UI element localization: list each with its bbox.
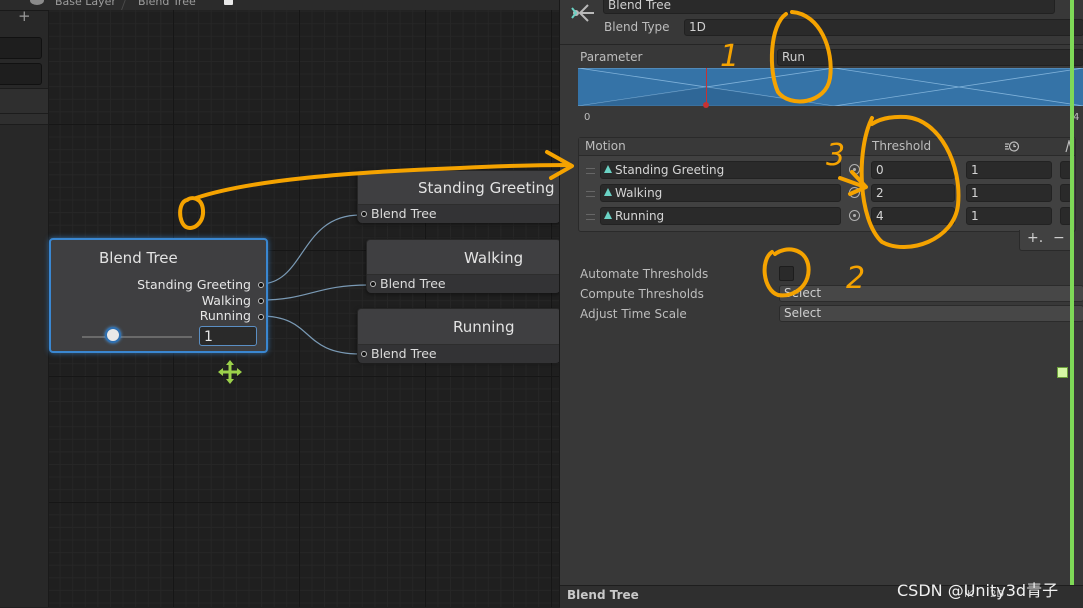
child-node-input-row: Blend Tree — [358, 204, 560, 223]
blend-tree-root-node[interactable]: Blend Tree Standing Greeting Walking Run… — [49, 238, 268, 353]
animation-clip-icon — [604, 165, 612, 173]
output-port-standing-greeting[interactable] — [258, 282, 264, 288]
speed-field[interactable]: 1 — [966, 184, 1052, 202]
wire-walking — [259, 284, 370, 301]
timeline-marker-dot[interactable] — [703, 102, 709, 108]
threshold-field[interactable]: 4 — [871, 207, 955, 225]
side-accent-bar — [1070, 0, 1074, 607]
motion-table: Motion Threshold Standing Greeting 0 1 W… — [578, 137, 1076, 232]
blend-type-dropdown[interactable]: 1D — [684, 19, 1083, 36]
child-node-running[interactable]: Running Blend Tree — [357, 308, 561, 363]
speed-field[interactable]: 1 — [966, 207, 1052, 225]
motion-clip-field[interactable]: Walking — [600, 184, 841, 202]
root-node-title: Blend Tree — [99, 249, 178, 267]
header-threshold: Threshold — [872, 139, 932, 153]
motion-clip-label: Standing Greeting — [615, 163, 725, 177]
child-node-input-label: Blend Tree — [380, 276, 446, 291]
timeline-current-marker[interactable] — [706, 68, 707, 106]
parameter-value-field[interactable]: 1 — [199, 326, 257, 346]
parameter-slider-track[interactable] — [82, 336, 192, 338]
child-node-input-label: Blend Tree — [371, 346, 437, 361]
child-node-standing-greeting[interactable]: Standing Greeting Blend Tree — [357, 170, 561, 223]
animation-clip-icon — [604, 211, 612, 219]
motion-clip-field[interactable]: Standing Greeting — [600, 161, 841, 179]
timeline-curves — [578, 68, 1083, 106]
divider — [560, 44, 1083, 45]
move-icon — [218, 360, 242, 384]
threshold-field[interactable]: 2 — [871, 184, 955, 202]
child-node-title-running: Running — [453, 318, 515, 336]
animation-clip-icon — [604, 188, 612, 196]
output-label-running: Running — [199, 308, 251, 323]
input-port[interactable] — [361, 351, 367, 357]
row-drag-handle[interactable] — [586, 214, 595, 220]
add-motion-button[interactable]: +. — [1027, 230, 1043, 246]
input-port[interactable] — [370, 281, 376, 287]
compute-thresholds-label: Compute Thresholds — [580, 287, 704, 301]
parameter-label: Parameter — [580, 50, 643, 64]
object-picker-icon[interactable] — [849, 210, 860, 221]
speed-clock-icon — [1005, 141, 1020, 152]
motion-clip-label: Walking — [615, 186, 663, 200]
output-port-running[interactable] — [258, 314, 264, 320]
blend-tree-name-field[interactable]: Blend Tree — [603, 0, 1055, 14]
object-picker-icon[interactable] — [849, 187, 860, 198]
blend-tree-icon — [571, 4, 594, 22]
output-label-walking: Walking — [201, 293, 251, 308]
resize-handle[interactable] — [1057, 367, 1068, 378]
child-node-input-row: Blend Tree — [367, 274, 560, 293]
watermark: CSDN @Unity3d青子 — [897, 581, 1059, 600]
row-drag-handle[interactable] — [586, 168, 595, 174]
child-node-input-row: Blend Tree — [358, 344, 560, 363]
child-node-input-label: Blend Tree — [371, 206, 437, 221]
inspector-panel: Blend Tree Blend Type 1D Parameter Run 0… — [559, 0, 1083, 607]
child-node-walking[interactable]: Walking Blend Tree — [366, 239, 561, 293]
automate-thresholds-checkbox[interactable] — [779, 266, 794, 281]
footer-title: Blend Tree — [567, 588, 639, 602]
adjust-time-scale-dropdown[interactable]: Select — [779, 305, 1083, 322]
automate-thresholds-label: Automate Thresholds — [580, 267, 709, 281]
child-node-title-walking: Walking — [464, 249, 524, 267]
remove-motion-button[interactable]: − — [1053, 230, 1065, 246]
threshold-field[interactable]: 0 — [871, 161, 955, 179]
blend-type-label: Blend Type — [604, 20, 670, 34]
object-picker-icon[interactable] — [849, 164, 860, 175]
speed-field[interactable]: 1 — [966, 161, 1052, 179]
header-motion: Motion — [585, 139, 626, 153]
parameter-slider-thumb[interactable] — [105, 327, 121, 343]
compute-thresholds-dropdown[interactable]: Select — [779, 285, 1083, 302]
motion-clip-label: Running — [615, 209, 665, 223]
wire-running — [259, 315, 361, 355]
child-node-title-standing-greeting: Standing Greeting — [418, 179, 555, 197]
threshold-timeline[interactable] — [578, 68, 1083, 106]
input-port[interactable] — [361, 211, 367, 217]
table-header-row — [579, 138, 1075, 156]
row-drag-handle[interactable] — [586, 191, 595, 197]
range-min-label: 0 — [584, 112, 591, 123]
parameter-dropdown[interactable]: Run — [777, 49, 1083, 66]
output-label-standing-greeting: Standing Greeting — [137, 277, 251, 292]
output-port-walking[interactable] — [258, 298, 264, 304]
wire-standing-greeting — [259, 214, 361, 285]
adjust-time-scale-label: Adjust Time Scale — [580, 307, 687, 321]
motion-clip-field[interactable]: Running — [600, 207, 841, 225]
list-footer: +. − — [1019, 230, 1073, 251]
